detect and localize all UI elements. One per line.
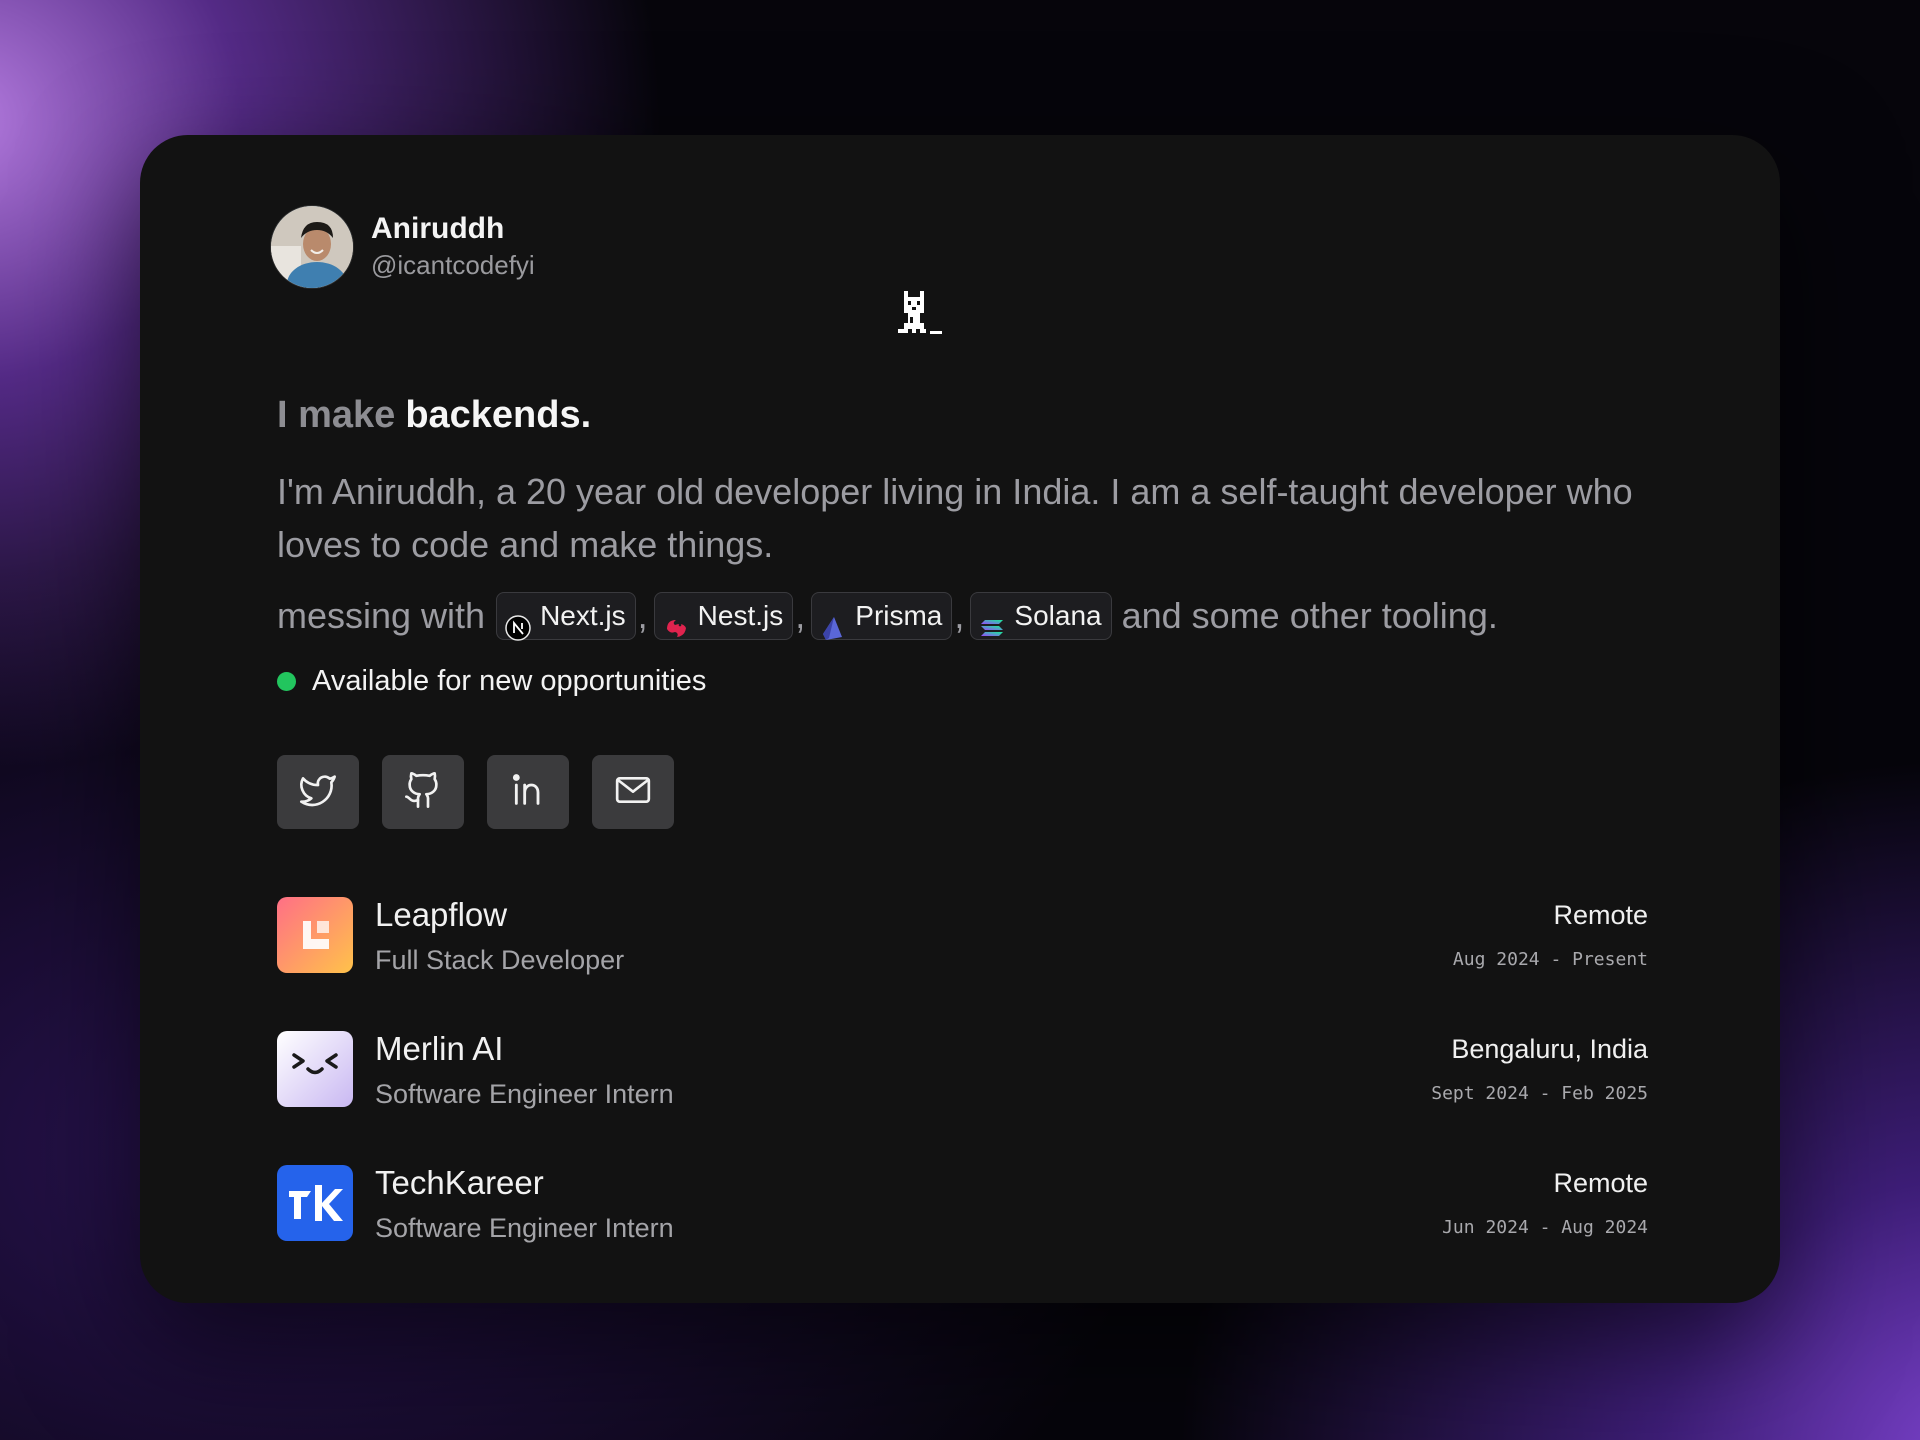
prisma-icon <box>820 603 846 640</box>
pixel-cat-icon <box>898 287 944 340</box>
linkedin-icon <box>508 770 548 815</box>
separator: , <box>954 595 965 636</box>
tech-pill-prisma[interactable]: Prisma <box>811 592 953 640</box>
tech-stack: messing with Next.js , Nest.js , Prisma … <box>277 587 1498 645</box>
tech-label: Next.js <box>540 600 626 631</box>
job-dates: Jun 2024 - Aug 2024 <box>1442 1217 1648 1238</box>
status-dot <box>277 672 296 691</box>
profile-handle: @icantcodefyi <box>371 250 535 280</box>
headline: I make backends. <box>277 390 591 440</box>
merlin-ai-logo <box>277 1031 353 1107</box>
profile-header: Aniruddh @icantcodefyi <box>270 205 535 289</box>
twitter-button[interactable] <box>277 755 359 829</box>
tech-label: Prisma <box>855 600 943 631</box>
nextjs-icon <box>505 603 531 641</box>
github-button[interactable] <box>382 755 464 829</box>
tech-label: Solana <box>1014 600 1102 631</box>
solana-icon <box>979 603 1005 636</box>
headline-prefix: I make <box>277 394 396 436</box>
social-links <box>277 755 697 829</box>
experience-item[interactable]: Merlin AI Software Engineer Intern Benga… <box>277 1030 1648 1165</box>
separator: , <box>795 595 806 636</box>
experience-item[interactable]: TechKareer Software Engineer Intern Remo… <box>277 1164 1648 1299</box>
avatar[interactable] <box>270 205 354 289</box>
nestjs-icon <box>663 603 689 637</box>
linkedin-button[interactable] <box>487 755 569 829</box>
availability-status: Available for new opportunities <box>277 665 706 698</box>
twitter-icon <box>298 770 338 815</box>
job-dates: Aug 2024 - Present <box>1452 949 1648 970</box>
profile-card: Aniruddh @icantcodefyi I make backends. I… <box>140 135 1780 1303</box>
experience-item[interactable]: Leapflow Full Stack Developer Remote Aug… <box>277 896 1648 1031</box>
email-button[interactable] <box>592 755 674 829</box>
company-name: Leapflow <box>375 896 508 933</box>
job-role: Software Engineer Intern <box>375 1079 674 1109</box>
job-dates: Sept 2024 - Feb 2025 <box>1431 1083 1648 1104</box>
tech-pill-nestjs[interactable]: Nest.js <box>653 592 794 640</box>
job-location: Bengaluru, India <box>1451 1034 1648 1064</box>
job-location: Remote <box>1553 900 1648 930</box>
company-name: TechKareer <box>375 1164 544 1201</box>
tech-label: Nest.js <box>697 600 784 631</box>
stack-suffix: and some other tooling. <box>1121 595 1498 636</box>
github-icon <box>403 770 443 815</box>
stack-prefix: messing with <box>277 595 486 636</box>
tech-pill-nextjs[interactable]: Next.js <box>496 592 636 641</box>
separator: , <box>637 595 648 636</box>
experience-list: Leapflow Full Stack Developer Remote Aug… <box>277 896 1648 1299</box>
headline-emphasis: backends. <box>405 394 592 436</box>
company-name: Merlin AI <box>375 1030 504 1067</box>
job-role: Software Engineer Intern <box>375 1213 674 1243</box>
job-location: Remote <box>1553 1168 1648 1198</box>
job-role: Full Stack Developer <box>375 945 625 975</box>
techkareer-logo <box>277 1165 353 1241</box>
profile-name: Aniruddh <box>371 212 505 245</box>
leapflow-logo <box>277 897 353 973</box>
tech-pill-solana[interactable]: Solana <box>970 592 1112 640</box>
mail-icon <box>613 770 653 815</box>
bio-text: I'm Aniruddh, a 20 year old developer li… <box>277 471 1633 565</box>
availability-text: Available for new opportunities <box>312 665 707 697</box>
